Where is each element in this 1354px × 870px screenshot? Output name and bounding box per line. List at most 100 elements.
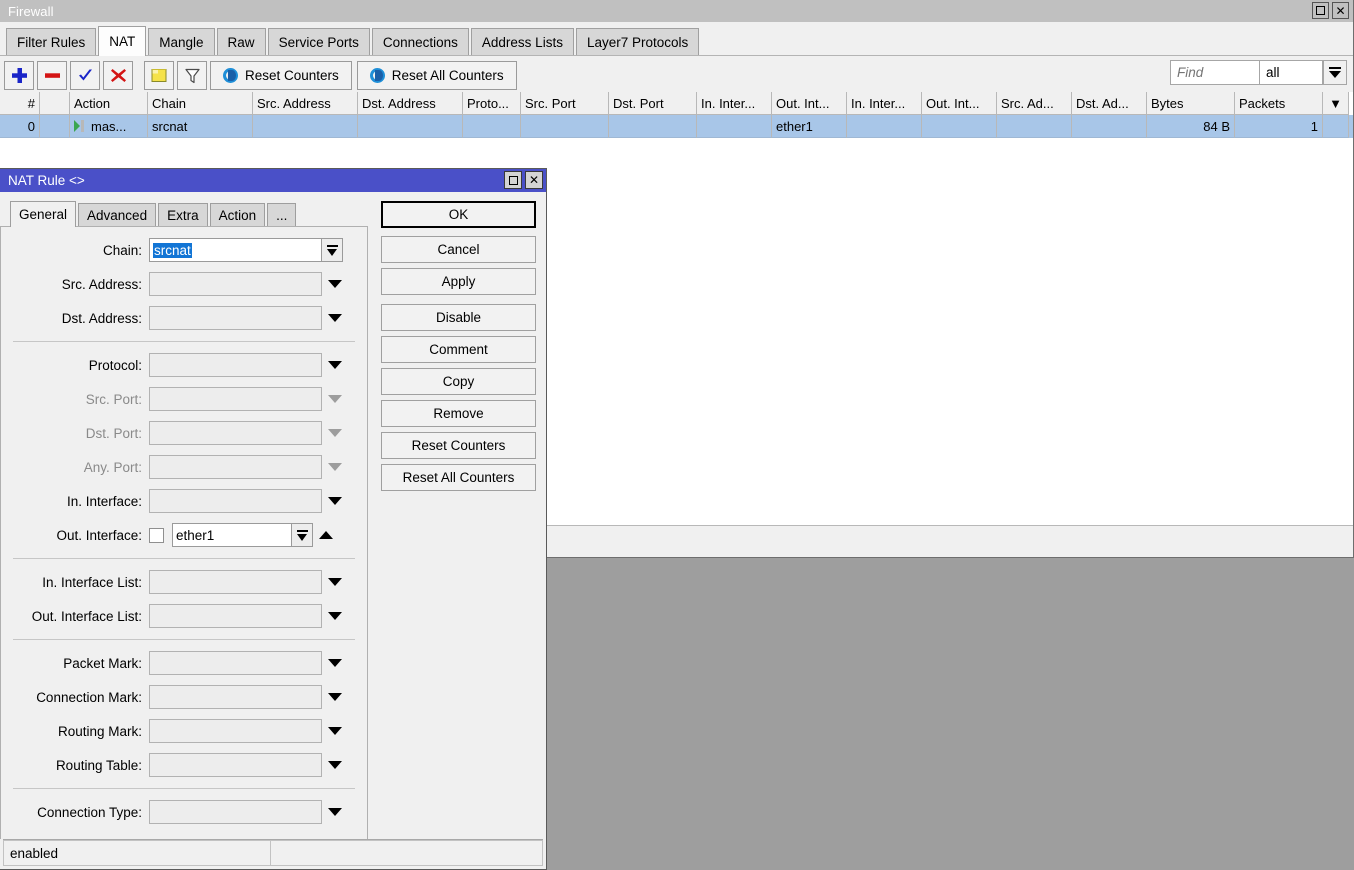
- add-button[interactable]: [4, 61, 34, 90]
- column-header--[interactable]: ▼: [1323, 92, 1349, 115]
- out-interface-input[interactable]: [172, 523, 292, 547]
- filter-select[interactable]: all: [1260, 60, 1323, 85]
- tab-connections[interactable]: Connections: [372, 28, 469, 55]
- reset-all-counters-button[interactable]: Reset All Counters: [357, 61, 517, 90]
- chevron-down-icon: [297, 530, 308, 541]
- in-interface-list-dropdown-button[interactable]: [322, 570, 348, 594]
- search-input[interactable]: [1170, 60, 1260, 85]
- column-header-chain[interactable]: Chain: [148, 92, 253, 115]
- protocol-dropdown-button[interactable]: [322, 353, 348, 377]
- chain-dropdown-button[interactable]: [321, 238, 343, 262]
- column-header-src-ad-[interactable]: Src. Ad...: [997, 92, 1072, 115]
- apply-button[interactable]: Apply: [381, 268, 536, 295]
- table-row[interactable]: 0mas...srcnatether184 B1: [0, 115, 1353, 138]
- column-header-dst-address[interactable]: Dst. Address: [358, 92, 463, 115]
- table-header-row: # ActionChainSrc. AddressDst. AddressProt…: [0, 92, 1353, 115]
- disable-button[interactable]: [103, 61, 133, 90]
- column-header-action[interactable]: Action: [70, 92, 148, 115]
- src-address-dropdown-button[interactable]: [322, 272, 348, 296]
- dialog-restore-button[interactable]: [504, 171, 522, 189]
- window-title: Firewall: [8, 4, 54, 19]
- dialog-tab-more[interactable]: ...: [267, 203, 296, 226]
- chain-input[interactable]: srcnat: [149, 238, 322, 262]
- dst-address-dropdown-button[interactable]: [322, 306, 348, 330]
- tab-layer7-protocols[interactable]: Layer7 Protocols: [576, 28, 699, 55]
- reset-counters-button[interactable]: Reset Counters: [210, 61, 352, 90]
- connection-type-dropdown-button[interactable]: [322, 800, 348, 824]
- dialog-close-button[interactable]: ✕: [525, 171, 543, 189]
- ok-button[interactable]: OK: [381, 201, 536, 228]
- routing-table-dropdown-button[interactable]: [322, 753, 348, 777]
- cell-out_interface: ether1: [772, 115, 847, 138]
- chevron-down-icon: [1329, 67, 1341, 78]
- connection-mark-input[interactable]: [149, 685, 322, 709]
- column-header-dst-ad-[interactable]: Dst. Ad...: [1072, 92, 1147, 115]
- disable-button[interactable]: Disable: [381, 304, 536, 331]
- filter-button[interactable]: [177, 61, 207, 90]
- column-header-in-inter-[interactable]: In. Inter...: [847, 92, 922, 115]
- window-titlebar: Firewall ✕: [0, 0, 1353, 22]
- tab-raw[interactable]: Raw: [217, 28, 266, 55]
- dialog-tab-general[interactable]: General: [10, 201, 76, 227]
- packet-mark-input[interactable]: [149, 651, 322, 675]
- tab-address-lists[interactable]: Address Lists: [471, 28, 574, 55]
- column-header-blank-1[interactable]: [40, 92, 70, 115]
- close-button[interactable]: ✕: [1332, 2, 1349, 19]
- out-interface-list-dropdown-button[interactable]: [322, 604, 348, 628]
- tab-service-ports[interactable]: Service Ports: [268, 28, 370, 55]
- filter-dropdown-button[interactable]: [1323, 60, 1347, 85]
- dialog-tab-advanced[interactable]: Advanced: [78, 203, 156, 226]
- in-interface-dropdown-button[interactable]: [322, 489, 348, 513]
- routing-mark-dropdown-button[interactable]: [322, 719, 348, 743]
- copy-button[interactable]: Copy: [381, 368, 536, 395]
- remove-button[interactable]: Remove: [381, 400, 536, 427]
- column-header-out-int-[interactable]: Out. Int...: [772, 92, 847, 115]
- dialog-statusbar: enabled: [3, 839, 543, 866]
- dst-address-input[interactable]: [149, 306, 322, 330]
- divider: [13, 639, 355, 640]
- reset-all-counters-label: Reset All Counters: [392, 68, 504, 83]
- cancel-button[interactable]: Cancel: [381, 236, 536, 263]
- dialog-tab-action[interactable]: Action: [210, 203, 266, 226]
- comment-button[interactable]: [144, 61, 174, 90]
- column-header--[interactable]: #: [0, 92, 40, 115]
- reset-counters-button[interactable]: Reset Counters: [381, 432, 536, 459]
- routing-mark-input[interactable]: [149, 719, 322, 743]
- column-header-in-inter-[interactable]: In. Inter...: [697, 92, 772, 115]
- in-interface-list-input[interactable]: [149, 570, 322, 594]
- tab-nat[interactable]: NAT: [98, 26, 146, 56]
- any-port-label: Any. Port:: [1, 460, 149, 475]
- cell-src_port: [521, 115, 609, 138]
- out-interface-collapse-button[interactable]: [313, 523, 339, 547]
- column-header-packets[interactable]: Packets: [1235, 92, 1323, 115]
- column-header-out-int-[interactable]: Out. Int...: [922, 92, 997, 115]
- column-header-src-address[interactable]: Src. Address: [253, 92, 358, 115]
- check-icon: [77, 67, 94, 84]
- restore-button[interactable]: [1312, 2, 1329, 19]
- protocol-input[interactable]: [149, 353, 322, 377]
- tab-mangle[interactable]: Mangle: [148, 28, 214, 55]
- any-port-input: [149, 455, 322, 479]
- column-header-dst-port[interactable]: Dst. Port: [609, 92, 697, 115]
- chain-label: Chain:: [1, 243, 149, 258]
- column-header-bytes[interactable]: Bytes: [1147, 92, 1235, 115]
- tab-filter-rules[interactable]: Filter Rules: [6, 28, 96, 55]
- out-interface-list-input[interactable]: [149, 604, 322, 628]
- reset-all-counters-button[interactable]: Reset All Counters: [381, 464, 536, 491]
- dialog-tab-extra[interactable]: Extra: [158, 203, 208, 226]
- out-interface-dropdown-button[interactable]: [291, 523, 313, 547]
- column-header-proto-[interactable]: Proto...: [463, 92, 521, 115]
- cell-src_address_list: [997, 115, 1072, 138]
- enable-button[interactable]: [70, 61, 100, 90]
- remove-button[interactable]: [37, 61, 67, 90]
- column-header-src-port[interactable]: Src. Port: [521, 92, 609, 115]
- out-interface-negate-checkbox[interactable]: [149, 528, 164, 543]
- comment-button[interactable]: Comment: [381, 336, 536, 363]
- routing-table-input[interactable]: [149, 753, 322, 777]
- connection-mark-dropdown-button[interactable]: [322, 685, 348, 709]
- packet-mark-dropdown-button[interactable]: [322, 651, 348, 675]
- dialog-body: General Advanced Extra Action ... Chain:…: [0, 192, 546, 839]
- src-address-input[interactable]: [149, 272, 322, 296]
- in-interface-input[interactable]: [149, 489, 322, 513]
- connection-type-input[interactable]: [149, 800, 322, 824]
